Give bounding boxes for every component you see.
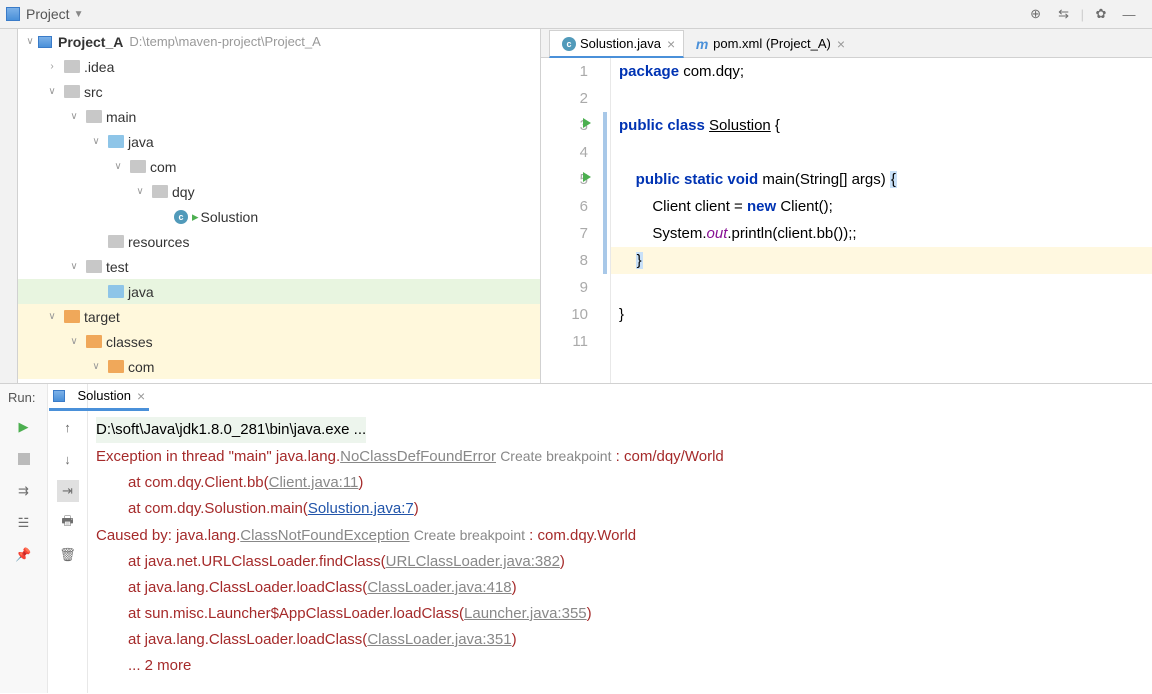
run-config-icon	[53, 390, 65, 402]
gear-icon[interactable]: ✿	[1090, 3, 1112, 25]
code-line[interactable]	[611, 139, 1152, 166]
tree-item-com[interactable]: ∨com	[18, 154, 540, 179]
code-line[interactable]: Client client = new Client();	[611, 193, 1152, 220]
tree-item-src[interactable]: ∨src	[18, 79, 540, 104]
print-icon[interactable]: 🖶	[57, 512, 79, 534]
project-selector[interactable]: Project ▼	[0, 6, 1025, 22]
tree-item-java[interactable]: ∨java	[18, 129, 540, 154]
code-line[interactable]: }	[611, 301, 1152, 328]
close-icon[interactable]: ×	[667, 36, 675, 52]
project-toolbar: Project ▼ ⊕ ⇆ | ✿ —	[0, 0, 1152, 29]
up-icon[interactable]: ↑	[57, 416, 79, 438]
code-line[interactable]: public class Solustion {	[611, 112, 1152, 139]
tree-item-solustion[interactable]: c▸Solustion	[18, 204, 540, 229]
close-icon[interactable]: ×	[137, 388, 145, 404]
tree-root[interactable]: ∨Project_AD:\temp\maven-project\Project_…	[18, 29, 540, 54]
tab-label: pom.xml (Project_A)	[713, 36, 831, 51]
left-gutter-bar	[0, 29, 18, 383]
project-icon	[6, 7, 20, 21]
wrap-icon[interactable]: ⇥	[57, 480, 79, 502]
down-icon[interactable]: ↓	[57, 448, 79, 470]
run-tab[interactable]: Solustion ×	[49, 383, 149, 411]
layout2-icon[interactable]: ☱	[13, 512, 35, 534]
stop-icon[interactable]	[13, 448, 35, 470]
tree-item-dqy[interactable]: ∨dqy	[18, 179, 540, 204]
tree-item-.idea[interactable]: ›.idea	[18, 54, 540, 79]
run-panel-header: Run: Solustion ×	[0, 383, 1152, 411]
rerun-icon[interactable]: ▶	[13, 416, 35, 438]
console-line: at java.net.URLClassLoader.findClass(URL…	[96, 549, 1144, 575]
tree-item-main[interactable]: ∨main	[18, 104, 540, 129]
console-line: at java.lang.ClassLoader.loadClass(Class…	[96, 575, 1144, 601]
tree-item-java[interactable]: java	[18, 279, 540, 304]
code-area[interactable]: package com.dqy; public class Solustion {…	[611, 58, 1152, 383]
tab-pom[interactable]: m pom.xml (Project_A) ×	[686, 29, 854, 57]
tab-solustion[interactable]: c Solustion.java ×	[549, 30, 684, 58]
code-line[interactable]	[611, 85, 1152, 112]
maven-icon: m	[695, 37, 709, 51]
tree-item-com[interactable]: ∨com	[18, 354, 540, 379]
collapse-icon[interactable]: ⇆	[1053, 3, 1075, 25]
run-label: Run:	[8, 390, 35, 405]
main-split: ∨Project_AD:\temp\maven-project\Project_…	[0, 29, 1152, 383]
chevron-down-icon: ▼	[74, 9, 84, 20]
console-line: D:\soft\Java\jdk1.8.0_281\bin\java.exe .…	[96, 417, 366, 443]
line-gutter: 1234567891011	[541, 58, 611, 383]
tree-item-classes[interactable]: ∨classes	[18, 329, 540, 354]
project-tree[interactable]: ∨Project_AD:\temp\maven-project\Project_…	[18, 29, 540, 383]
layout-icon[interactable]: ⇉	[13, 480, 35, 502]
console-line: at sun.misc.Launcher$AppClassLoader.load…	[96, 601, 1144, 627]
tree-item-test[interactable]: ∨test	[18, 254, 540, 279]
run-panel-wrapper: Run: Solustion × ▶ ⇉ ☱ 📌 ↑ ↓ ⇥ 🖶 🗑 D:\so…	[0, 383, 1152, 693]
code-line[interactable]: System.out.println(client.bb());;	[611, 220, 1152, 247]
console-line: at com.dqy.Solustion.main(Solustion.java…	[96, 496, 1144, 522]
project-label: Project	[26, 6, 70, 22]
close-icon[interactable]: ×	[837, 36, 845, 52]
run-panel: ▶ ⇉ ☱ 📌 ↑ ↓ ⇥ 🖶 🗑 D:\soft\Java\jdk1.8.0_…	[0, 383, 1152, 693]
code-line[interactable]: public static void main(String[] args) {	[611, 166, 1152, 193]
console-line: ... 2 more	[96, 653, 1144, 679]
console-line: at com.dqy.Client.bb(Client.java:11)	[96, 470, 1144, 496]
code-line[interactable]	[611, 274, 1152, 301]
editor-section: c Solustion.java × m pom.xml (Project_A)…	[540, 29, 1152, 383]
target-icon[interactable]: ⊕	[1025, 3, 1047, 25]
tree-item-target[interactable]: ∨target	[18, 304, 540, 329]
run-tab-name: Solustion	[77, 388, 130, 403]
code-editor[interactable]: 1234567891011 package com.dqy; public cla…	[541, 58, 1152, 383]
run-primary-controls: ▶ ⇉ ☱ 📌	[0, 384, 48, 693]
tree-item-resources[interactable]: resources	[18, 229, 540, 254]
minimize-icon[interactable]: —	[1118, 3, 1140, 25]
code-line[interactable]: }	[611, 247, 1152, 274]
toolbar-actions: ⊕ ⇆ | ✿ —	[1025, 3, 1152, 25]
pin-icon[interactable]: 📌	[13, 544, 35, 566]
run-secondary-controls: ↑ ↓ ⇥ 🖶 🗑	[48, 384, 88, 693]
tab-label: Solustion.java	[580, 36, 661, 51]
code-line[interactable]	[611, 328, 1152, 355]
console-line: Caused by: java.lang.ClassNotFoundExcept…	[96, 522, 1144, 549]
code-line[interactable]: package com.dqy;	[611, 58, 1152, 85]
console-line: at java.lang.ClassLoader.loadClass(Class…	[96, 627, 1144, 653]
trash-icon[interactable]: 🗑	[57, 544, 79, 566]
java-file-icon: c	[562, 37, 576, 51]
console-line: Exception in thread "main" java.lang.NoC…	[96, 443, 1144, 470]
console-output[interactable]: D:\soft\Java\jdk1.8.0_281\bin\java.exe .…	[88, 384, 1152, 693]
editor-tabs: c Solustion.java × m pom.xml (Project_A)…	[541, 29, 1152, 58]
